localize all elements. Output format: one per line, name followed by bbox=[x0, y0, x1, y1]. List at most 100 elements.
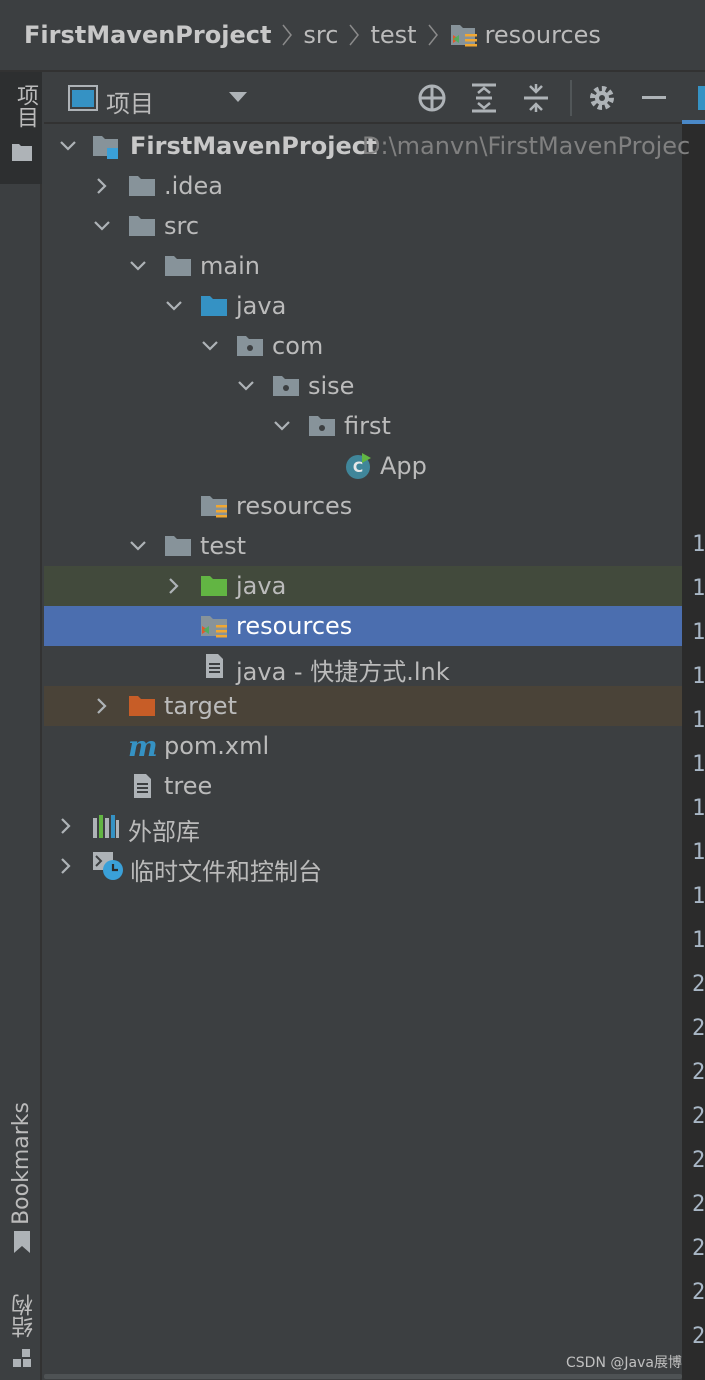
settings-button[interactable] bbox=[586, 82, 618, 114]
project-tool-tab[interactable]: 项目 bbox=[0, 72, 42, 184]
tree-item-tree-file[interactable]: tree bbox=[44, 766, 682, 806]
tree-item-test-resources[interactable]: resources bbox=[44, 606, 682, 646]
project-tree: FirstMavenProject D:\manvn\FirstMavenPro… bbox=[44, 126, 690, 1380]
tree-item-target[interactable]: target bbox=[44, 686, 682, 726]
tree-item-label: target bbox=[164, 692, 237, 720]
tree-item-label: tree bbox=[164, 772, 213, 800]
bookmark-icon bbox=[14, 1231, 30, 1253]
library-icon bbox=[93, 815, 119, 838]
tree-item-label: .idea bbox=[164, 172, 224, 200]
chevron-down-icon[interactable] bbox=[272, 416, 292, 436]
package-icon bbox=[309, 416, 335, 436]
chevron-down-icon[interactable] bbox=[228, 90, 248, 104]
tree-item-shortcut-file[interactable]: java - 快捷方式.lnk bbox=[44, 646, 682, 686]
breadcrumb-separator-icon bbox=[427, 24, 438, 46]
line-number: 1 bbox=[692, 664, 705, 689]
tree-item-external-libraries[interactable]: 外部库 bbox=[44, 806, 682, 846]
expand-all-button[interactable] bbox=[468, 82, 500, 114]
line-number: 2 bbox=[692, 1324, 705, 1349]
toolbar-divider bbox=[570, 80, 572, 116]
tree-item-main[interactable]: main bbox=[44, 246, 682, 286]
tree-item-first[interactable]: first bbox=[44, 406, 682, 446]
watermark: CSDN @Java展博 bbox=[566, 1355, 682, 1371]
project-path: D:\manvn\FirstMavenProjec bbox=[362, 132, 691, 160]
collapse-all-button[interactable] bbox=[520, 82, 552, 114]
tree-item-label: sise bbox=[308, 372, 355, 400]
structure-icon bbox=[13, 1349, 31, 1367]
line-number: 1 bbox=[692, 796, 705, 821]
tree-item-idea[interactable]: .idea bbox=[44, 166, 682, 206]
folder-icon bbox=[129, 176, 155, 196]
test-resources-folder-icon bbox=[201, 616, 227, 638]
tree-item-label: resources bbox=[236, 492, 353, 520]
chevron-down-icon[interactable] bbox=[58, 136, 78, 156]
tree-item-main-java[interactable]: java bbox=[44, 286, 682, 326]
line-number: 2 bbox=[692, 1016, 705, 1041]
tree-item-project-root[interactable]: FirstMavenProject D:\manvn\FirstMavenPro… bbox=[44, 126, 690, 166]
line-number: 2 bbox=[692, 1280, 705, 1305]
line-number: 1 bbox=[692, 752, 705, 777]
tree-item-label: resources bbox=[236, 612, 353, 640]
project-view-label[interactable]: 项目 bbox=[106, 84, 154, 119]
chevron-down-icon[interactable] bbox=[236, 376, 256, 396]
line-number: 2 bbox=[692, 1148, 705, 1173]
editor-gutter: 1 1 1 1 1 1 1 1 1 1 2 2 2 2 2 2 2 2 2 bbox=[682, 72, 705, 1380]
chevron-down-icon[interactable] bbox=[164, 296, 184, 316]
tree-item-com[interactable]: com bbox=[44, 326, 682, 366]
chevron-right-icon[interactable] bbox=[92, 176, 112, 196]
tree-item-label: src bbox=[164, 212, 200, 240]
breadcrumb-item-resources[interactable]: resources bbox=[449, 21, 601, 49]
minimize-button[interactable] bbox=[638, 82, 670, 114]
line-number: 2 bbox=[692, 972, 705, 997]
tree-item-label: App bbox=[380, 452, 427, 480]
line-number: 2 bbox=[692, 1236, 705, 1261]
chevron-right-icon[interactable] bbox=[164, 576, 184, 596]
tree-item-label: FirstMavenProject bbox=[130, 132, 378, 160]
breadcrumb-item-project[interactable]: FirstMavenProject bbox=[24, 21, 271, 49]
tree-item-scratches[interactable]: 临时文件和控制台 bbox=[44, 846, 682, 886]
breadcrumb-item-test[interactable]: test bbox=[370, 21, 416, 49]
tree-item-src[interactable]: src bbox=[44, 206, 682, 246]
tree-item-main-resources[interactable]: resources bbox=[44, 486, 682, 526]
chevron-down-icon[interactable] bbox=[128, 256, 148, 276]
locate-button[interactable] bbox=[416, 82, 448, 114]
chevron-right-icon[interactable] bbox=[56, 856, 76, 876]
tree-item-sise[interactable]: sise bbox=[44, 366, 682, 406]
package-icon bbox=[237, 336, 263, 356]
line-number: 2 bbox=[692, 1104, 705, 1129]
package-icon bbox=[273, 376, 299, 396]
breadcrumb-separator-icon bbox=[282, 24, 293, 46]
tree-item-label: first bbox=[344, 412, 391, 440]
tree-item-test[interactable]: test bbox=[44, 526, 682, 566]
scratches-console-icon bbox=[93, 852, 123, 880]
tree-item-label: 外部库 bbox=[128, 818, 200, 846]
chevron-right-icon[interactable] bbox=[92, 696, 112, 716]
minimize-icon bbox=[642, 96, 666, 99]
breadcrumb-separator-icon bbox=[349, 24, 360, 46]
locate-icon bbox=[418, 84, 446, 112]
chevron-down-icon[interactable] bbox=[92, 216, 112, 236]
tree-item-label: java bbox=[236, 572, 287, 600]
tree-item-app[interactable]: C App bbox=[44, 446, 682, 486]
structure-tool-tab[interactable]: 结构 bbox=[9, 1294, 41, 1338]
horizontal-scrollbar[interactable] bbox=[44, 1372, 682, 1380]
breadcrumb: FirstMavenProject src test resources bbox=[0, 0, 705, 72]
line-number: 2 bbox=[692, 1060, 705, 1085]
editor-active-tab-indicator bbox=[682, 120, 705, 124]
scrollbar-thumb[interactable] bbox=[44, 1374, 682, 1379]
chevron-right-icon[interactable] bbox=[56, 816, 76, 836]
breadcrumb-item-src[interactable]: src bbox=[303, 21, 338, 49]
tree-item-test-java[interactable]: java bbox=[44, 566, 682, 606]
tree-item-pom[interactable]: m pom.xml bbox=[44, 726, 682, 766]
project-tool-tab-label: 项目 bbox=[13, 84, 38, 128]
chevron-down-icon[interactable] bbox=[200, 336, 220, 356]
tree-item-label: 临时文件和控制台 bbox=[130, 858, 322, 886]
collapse-all-icon bbox=[524, 84, 548, 112]
tree-item-label: com bbox=[272, 332, 324, 360]
bookmarks-tool-tab[interactable]: Bookmarks bbox=[9, 1102, 34, 1225]
line-number: 1 bbox=[692, 840, 705, 865]
editor-tab-file-icon bbox=[698, 86, 705, 110]
chevron-down-icon[interactable] bbox=[128, 536, 148, 556]
folder-icon bbox=[129, 216, 155, 236]
folder-icon bbox=[165, 536, 191, 556]
